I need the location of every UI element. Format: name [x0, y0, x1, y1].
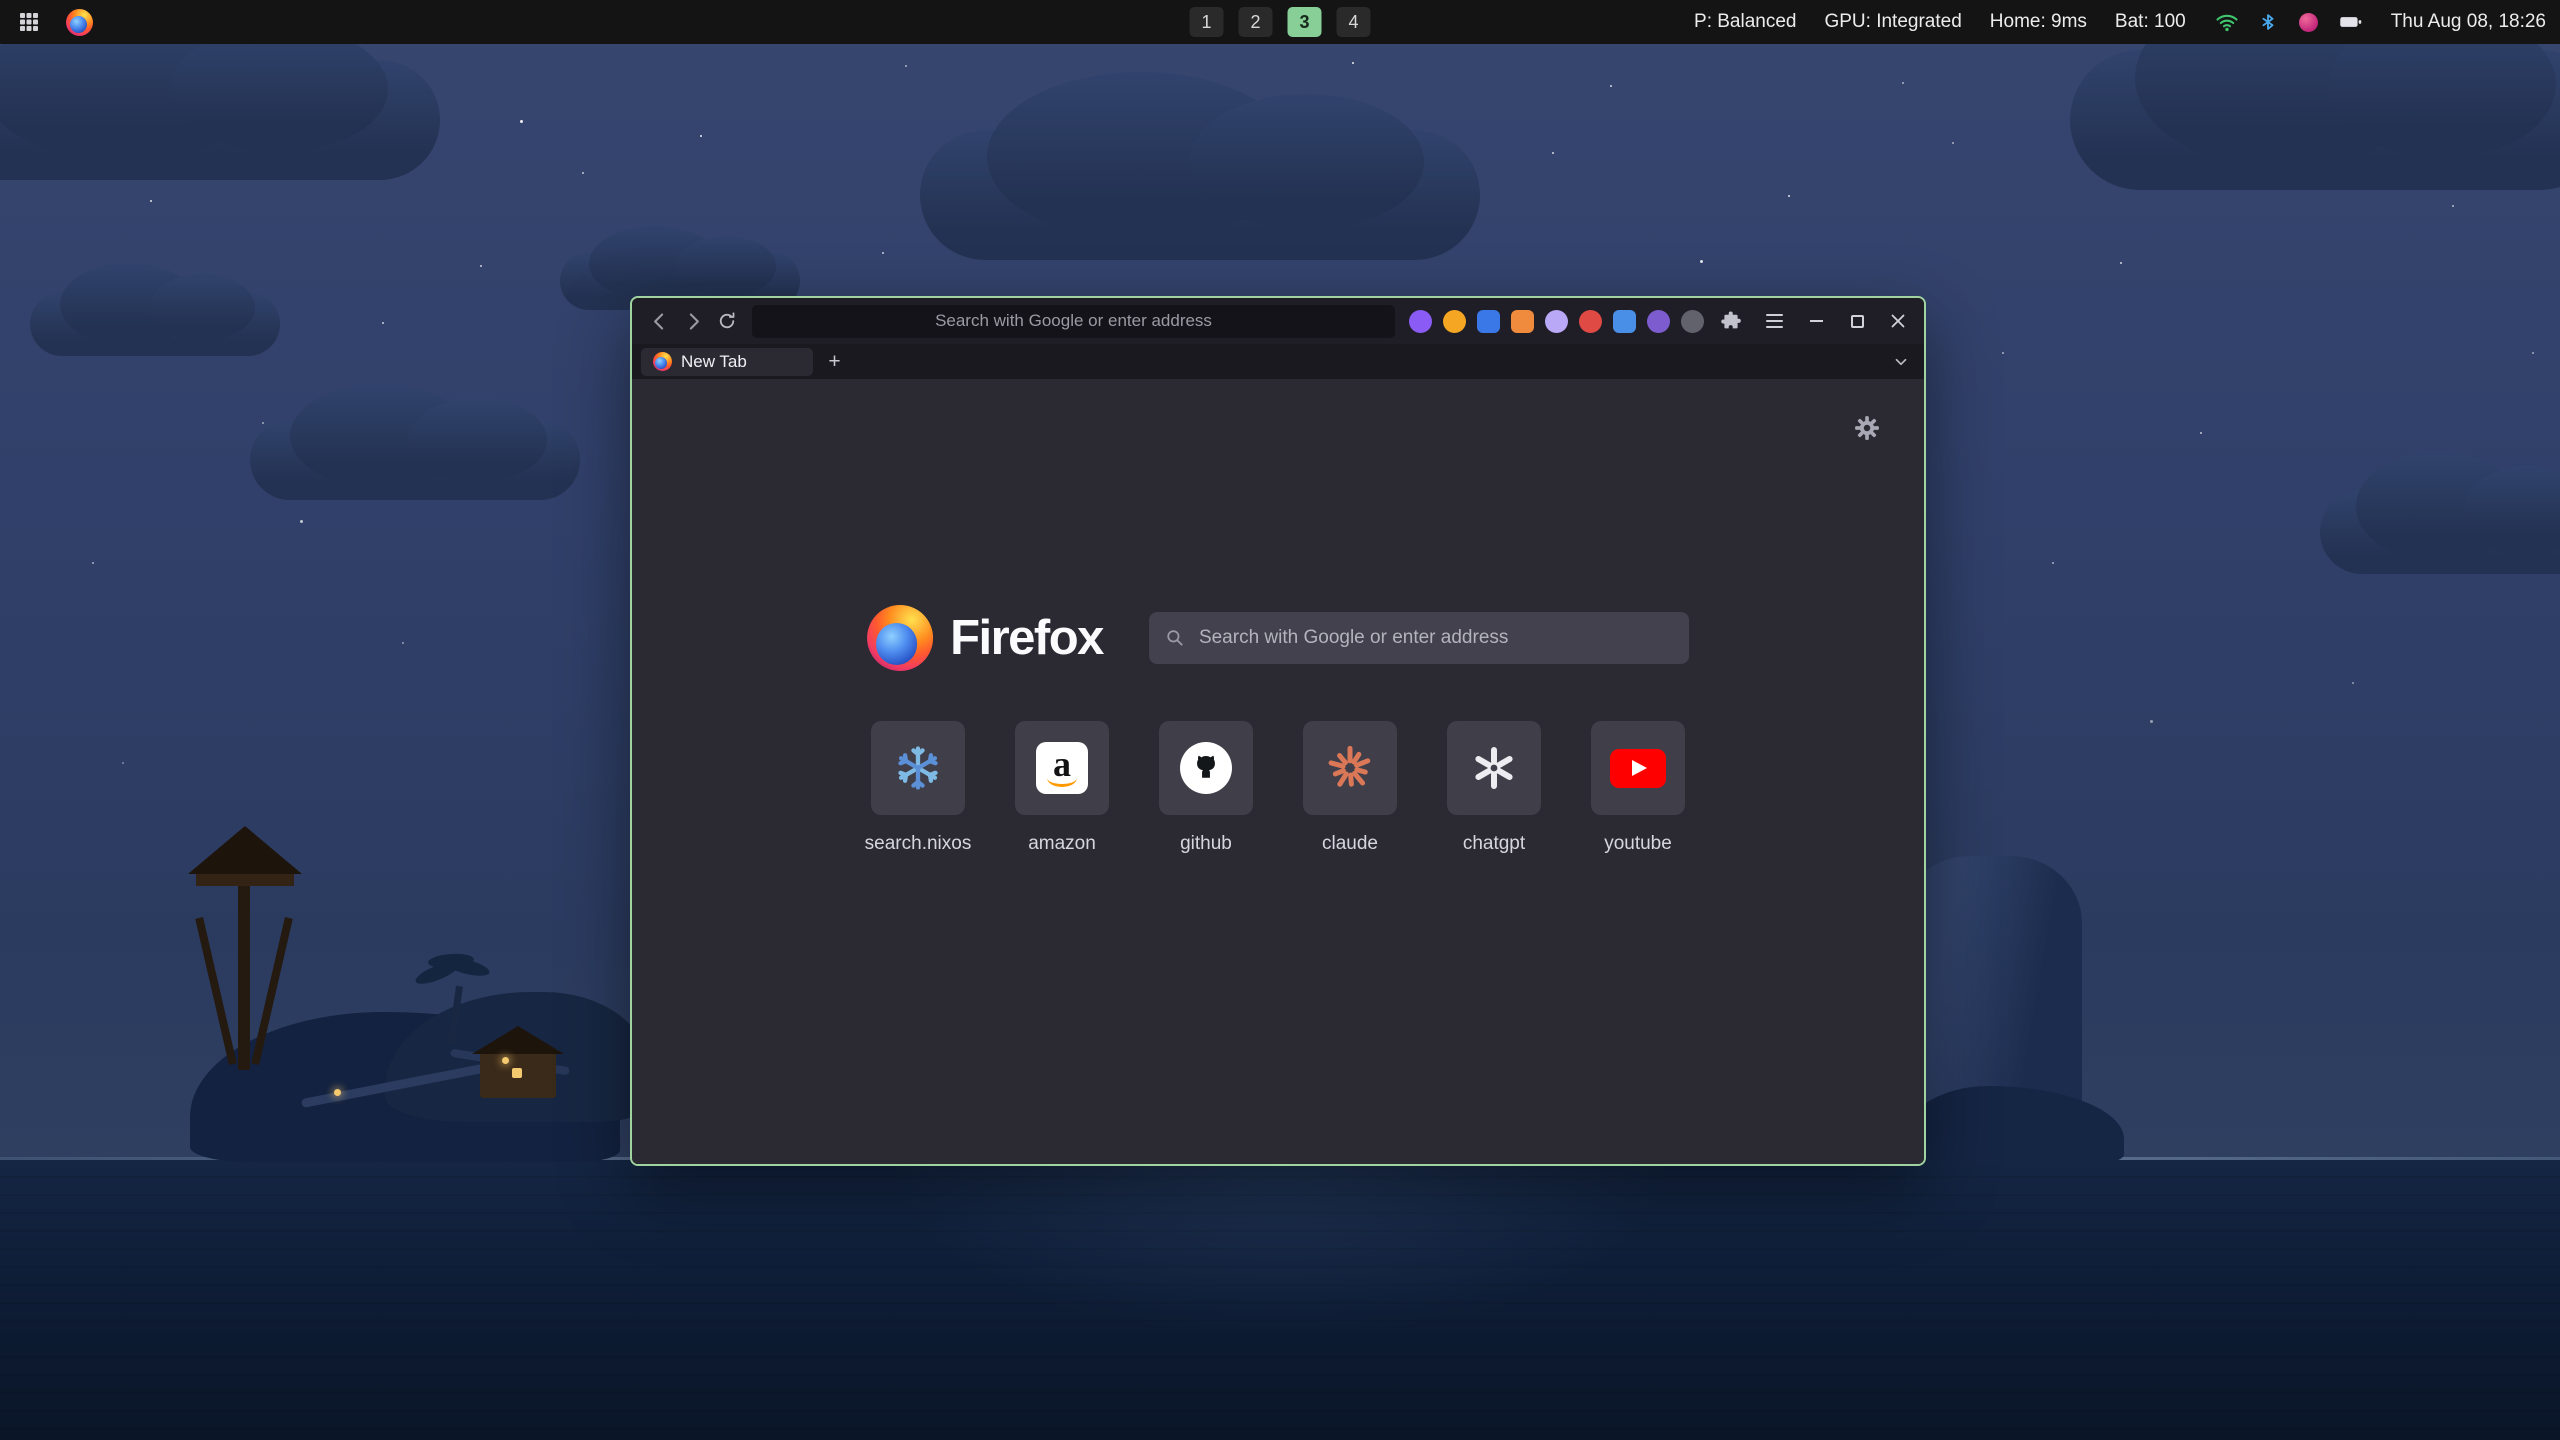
- shortcut-chatgpt-tile[interactable]: [1447, 721, 1541, 815]
- taskbar-left: [14, 7, 93, 37]
- menu-hamburger-icon[interactable]: [1758, 305, 1790, 337]
- maximize-button[interactable]: [1845, 309, 1869, 333]
- shortcut-youtube-tile[interactable]: [1591, 721, 1685, 815]
- workspace-button-1[interactable]: 1: [1190, 7, 1224, 37]
- firefox-brand-row: Firefox: [867, 605, 1689, 671]
- cloud: [2320, 490, 2560, 574]
- shortcut-label: claude: [1322, 833, 1378, 855]
- close-button[interactable]: [1886, 309, 1910, 333]
- shortcut-label: github: [1180, 833, 1232, 855]
- cloud: [920, 130, 1480, 260]
- firefox-wordmark: Firefox: [950, 610, 1103, 666]
- window-controls: [1804, 309, 1914, 333]
- taskbar-right: P: Balanced GPU: Integrated Home: 9ms Ba…: [1694, 9, 2546, 35]
- battery-status: Bat: 100: [2115, 11, 2186, 33]
- shortcut-github: github: [1158, 721, 1254, 855]
- url-input[interactable]: [764, 310, 1383, 332]
- minimize-button[interactable]: [1804, 309, 1828, 333]
- shortcut-label: amazon: [1028, 833, 1096, 855]
- extension-icon-1[interactable]: [1409, 310, 1432, 333]
- workspace-button-3[interactable]: 3: [1288, 7, 1322, 37]
- search-icon: [1165, 628, 1185, 648]
- firefox-taskbar-icon[interactable]: [66, 9, 93, 36]
- nixos-snowflake-icon: [892, 742, 944, 794]
- island-silhouette: [150, 780, 710, 1162]
- forward-button[interactable]: [676, 304, 710, 338]
- shortcut-amazon-tile[interactable]: a: [1015, 721, 1109, 815]
- network-latency-status: Home: 9ms: [1990, 11, 2087, 33]
- hut: [480, 1052, 556, 1098]
- app-indicator-icon[interactable]: [2296, 9, 2322, 35]
- shortcut-github-tile[interactable]: [1159, 721, 1253, 815]
- shortcut-youtube: youtube: [1590, 721, 1686, 855]
- shortcut-search-nixos-tile[interactable]: [871, 721, 965, 815]
- amazon-icon: a: [1036, 742, 1088, 794]
- status-bar: 1 2 3 4 P: Balanced GPU: Integrated Home…: [0, 0, 2560, 44]
- tab-new-tab[interactable]: New Tab: [641, 348, 813, 376]
- extension-icon-8[interactable]: [1647, 310, 1670, 333]
- newtab-search-bar[interactable]: [1149, 612, 1689, 664]
- personalize-gear-icon[interactable]: [1852, 413, 1882, 443]
- tab-bar: New Tab +: [632, 344, 1924, 379]
- extension-icon-7[interactable]: [1613, 310, 1636, 333]
- tab-label: New Tab: [681, 352, 747, 372]
- youtube-play-icon: [1610, 749, 1666, 788]
- ocean: [0, 1160, 2560, 1440]
- extension-icon-5[interactable]: [1545, 310, 1568, 333]
- claude-starburst-icon: [1325, 743, 1375, 793]
- shortcut-tiles: search.nixos a amazon: [870, 721, 1686, 855]
- watchtower-pole: [238, 882, 250, 1070]
- shortcut-label: search.nixos: [865, 833, 972, 855]
- gpu-status: GPU: Integrated: [1824, 11, 1961, 33]
- extensions-puzzle-icon[interactable]: [1715, 305, 1747, 337]
- cloud: [0, 60, 440, 180]
- power-profile-status: P: Balanced: [1694, 11, 1796, 33]
- list-all-tabs-chevron-icon[interactable]: [1887, 348, 1915, 376]
- system-tray: [2214, 9, 2363, 35]
- github-octocat-icon: [1180, 742, 1232, 794]
- newtab-search-input[interactable]: [1197, 626, 1673, 650]
- new-tab-button[interactable]: +: [821, 348, 848, 375]
- battery-icon[interactable]: [2337, 9, 2363, 35]
- tab-favicon: [653, 352, 672, 371]
- shortcut-claude-tile[interactable]: [1303, 721, 1397, 815]
- extension-icon-6[interactable]: [1579, 310, 1602, 333]
- workspace-button-4[interactable]: 4: [1337, 7, 1371, 37]
- cloud: [250, 420, 580, 500]
- watchtower-leg: [195, 917, 237, 1065]
- cloud: [30, 292, 280, 356]
- firefox-window: New Tab +: [630, 296, 1926, 1166]
- wifi-icon[interactable]: [2214, 9, 2240, 35]
- back-button[interactable]: [642, 304, 676, 338]
- clock: Thu Aug 08, 18:26: [2391, 11, 2546, 33]
- amazon-smile-arrow: [1047, 776, 1077, 787]
- extension-icon-2[interactable]: [1443, 310, 1466, 333]
- shortcut-label: chatgpt: [1463, 833, 1525, 855]
- lamp-light: [334, 1089, 341, 1096]
- extension-icon-3[interactable]: [1477, 310, 1500, 333]
- shortcut-search-nixos: search.nixos: [870, 721, 966, 855]
- shortcut-amazon: a amazon: [1014, 721, 1110, 855]
- browser-toolbar: [632, 298, 1924, 344]
- url-bar[interactable]: [752, 305, 1395, 338]
- extension-icon-4[interactable]: [1511, 310, 1534, 333]
- extension-icons-row: [1409, 305, 1790, 337]
- newtab-page: Firefox: [632, 379, 1924, 1164]
- shortcut-label: youtube: [1604, 833, 1672, 855]
- lamp-light: [502, 1057, 509, 1064]
- bluetooth-icon[interactable]: [2255, 9, 2281, 35]
- extension-icon-9[interactable]: [1681, 310, 1704, 333]
- chatgpt-openai-icon: [1468, 742, 1520, 794]
- watchtower-platform: [196, 874, 294, 886]
- workspace-switcher: 1 2 3 4: [1190, 7, 1371, 37]
- workspace-button-2[interactable]: 2: [1239, 7, 1273, 37]
- watchtower-roof: [188, 826, 302, 874]
- cloud: [2070, 50, 2560, 190]
- reload-button[interactable]: [710, 304, 744, 338]
- firefox-logo: [867, 605, 933, 671]
- app-launcher-grid-icon[interactable]: [14, 7, 44, 37]
- shortcut-chatgpt: chatgpt: [1446, 721, 1542, 855]
- shortcut-claude: claude: [1302, 721, 1398, 855]
